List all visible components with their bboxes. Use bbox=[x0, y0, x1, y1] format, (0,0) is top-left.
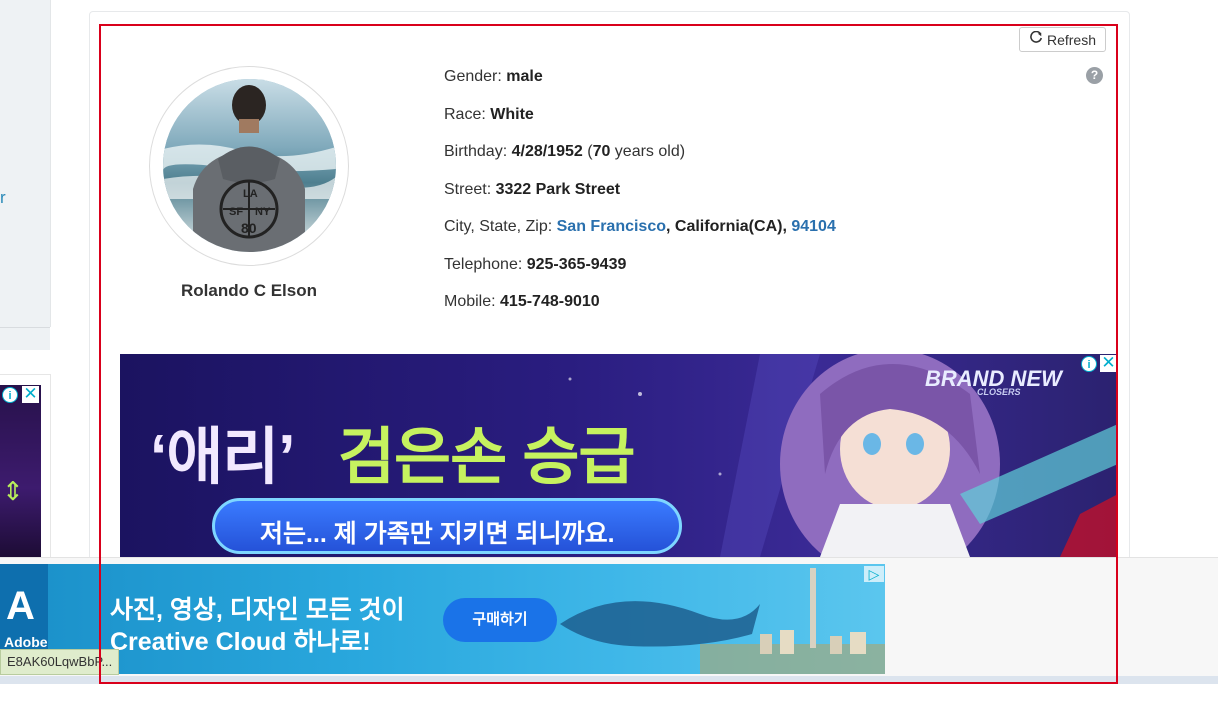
sep: , bbox=[666, 218, 675, 235]
field-value: male bbox=[506, 68, 543, 85]
banner-title-quoted: ‘애리’ bbox=[150, 423, 296, 492]
left-panel-lower bbox=[0, 328, 50, 350]
status-url: E8AK60LqwBbP... bbox=[0, 649, 120, 675]
bottom-strip bbox=[0, 676, 1218, 684]
hoodie-text-la: LA bbox=[243, 188, 258, 200]
hoodie-text-ny: NY bbox=[255, 206, 271, 218]
city-link[interactable]: San Francisco bbox=[557, 218, 666, 235]
sep: , bbox=[782, 218, 792, 235]
left-panel-link[interactable]: r bbox=[0, 188, 6, 208]
left-panel bbox=[0, 0, 51, 327]
buy-button[interactable]: 구매하기 bbox=[443, 598, 557, 642]
avatar: LA SF NY 80 bbox=[163, 79, 336, 252]
field-value: 925-365-9439 bbox=[526, 256, 627, 273]
field-value: 415-748-9010 bbox=[500, 293, 600, 310]
side-ad-info-icon[interactable]: i bbox=[2, 387, 18, 403]
banner-brand-sub: CLOSERS bbox=[977, 387, 1021, 397]
field-label: Birthday: bbox=[444, 143, 512, 160]
adobe-logo-icon: A bbox=[6, 584, 35, 628]
banner-title: 검은손 승급 bbox=[338, 423, 635, 492]
field-label: City, State, Zip: bbox=[444, 218, 557, 235]
person-name: Rolando C Elson bbox=[181, 281, 317, 300]
side-ad-arrow-icon: ⇕ bbox=[2, 476, 24, 506]
adobe-logo-text: Adobe bbox=[4, 634, 48, 650]
field-label: Gender: bbox=[444, 68, 507, 85]
field-value: 3322 Park Street bbox=[495, 181, 621, 198]
refresh-button[interactable]: Refresh bbox=[1019, 27, 1106, 52]
field-gender: Gender: male bbox=[444, 68, 543, 86]
field-mobile: Mobile: 415-748-9010 bbox=[444, 293, 600, 311]
refresh-label: Refresh bbox=[1046, 31, 1097, 48]
bottom-ad[interactable]: A Adobe 사진, 영상, 디자인 모든 것이 Creative Cloud… bbox=[0, 564, 885, 674]
field-city-state-zip: City, State, Zip: San Francisco, Califor… bbox=[444, 218, 836, 236]
bottom-ad-headline: 사진, 영상, 디자인 모든 것이 bbox=[110, 596, 405, 624]
question-circle-icon[interactable]: ? bbox=[1086, 67, 1103, 84]
state-value: California(CA) bbox=[674, 218, 783, 235]
zip-link[interactable]: 94104 bbox=[791, 218, 836, 235]
refresh-icon bbox=[1029, 30, 1043, 48]
banner-subtitle: 저는... 제 가족만 지키면 되니까요. bbox=[260, 520, 615, 548]
banner-ad[interactable]: ‘애리’ 검은손 승급 저는... 제 가족만 지키면 되니까요. BRAND … bbox=[120, 354, 1118, 557]
field-race: Race: White bbox=[444, 106, 534, 124]
bottom-ad-subheadline: Creative Cloud 하나로! bbox=[110, 628, 371, 656]
side-ad-image[interactable] bbox=[0, 385, 41, 557]
field-value: 4/28/1952 bbox=[511, 143, 583, 160]
hoodie-text-80: 80 bbox=[241, 220, 257, 236]
field-birthday: Birthday: 4/28/1952 (70 years old) bbox=[444, 143, 685, 161]
ad-choices-icon[interactable]: ▷ bbox=[864, 566, 884, 582]
field-telephone: Telephone: 925-365-9439 bbox=[444, 256, 626, 274]
field-value: White bbox=[490, 106, 534, 123]
age-suffix: years old) bbox=[610, 143, 686, 160]
field-label: Race: bbox=[444, 106, 491, 123]
field-street: Street: 3322 Park Street bbox=[444, 181, 620, 199]
banner-ad-info-icon[interactable]: i bbox=[1081, 356, 1097, 372]
field-label: Telephone: bbox=[444, 256, 527, 273]
side-ad-close-icon[interactable]: ✕ bbox=[22, 385, 39, 403]
field-label: Street: bbox=[444, 181, 496, 198]
hoodie-text-sf: SF bbox=[229, 206, 243, 218]
age-value: 70 bbox=[592, 143, 611, 160]
field-label: Mobile: bbox=[444, 293, 501, 310]
banner-ad-close-icon[interactable]: ✕ bbox=[1100, 354, 1117, 372]
age-open: ( bbox=[582, 143, 593, 160]
